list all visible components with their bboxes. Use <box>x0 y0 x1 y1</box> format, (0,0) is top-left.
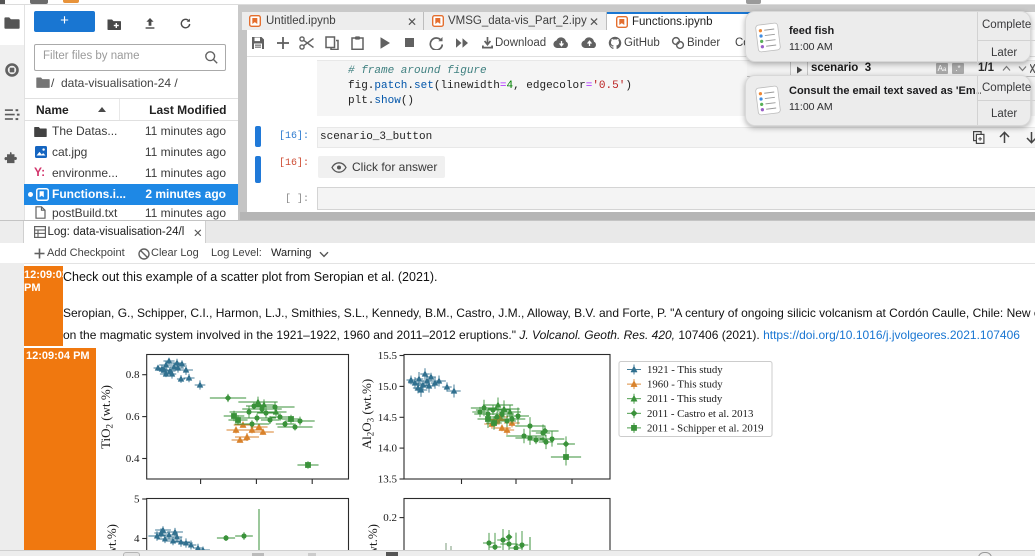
svg-text:2011 - This study: 2011 - This study <box>647 393 723 405</box>
svg-text:13.5: 13.5 <box>378 474 398 486</box>
svg-text:4: 4 <box>134 533 140 545</box>
svg-text:5: 5 <box>134 494 140 506</box>
svg-text:14.5: 14.5 <box>378 412 398 424</box>
svg-text:1921 - This study: 1921 - This study <box>647 364 723 376</box>
svg-text:0.4: 0.4 <box>126 453 140 465</box>
svg-text:0.8: 0.8 <box>126 369 140 381</box>
svg-text:Al2O3 (wt.%): Al2O3 (wt.%) <box>359 379 376 449</box>
svg-text:15.5: 15.5 <box>378 350 398 362</box>
svg-text:2011 - Castro et al. 2013: 2011 - Castro et al. 2013 <box>647 408 753 420</box>
svg-text:0.2: 0.2 <box>383 512 397 524</box>
svg-text:TiO2 (wt.%): TiO2 (wt.%) <box>98 385 115 449</box>
svg-text:14.0: 14.0 <box>378 443 398 455</box>
svg-text:1960 - This study: 1960 - This study <box>647 379 723 391</box>
svg-text:0.6: 0.6 <box>126 411 140 423</box>
svg-text:15.0: 15.0 <box>378 381 398 393</box>
svg-text:2011 - Schipper et al. 2019: 2011 - Schipper et al. 2019 <box>647 422 764 434</box>
